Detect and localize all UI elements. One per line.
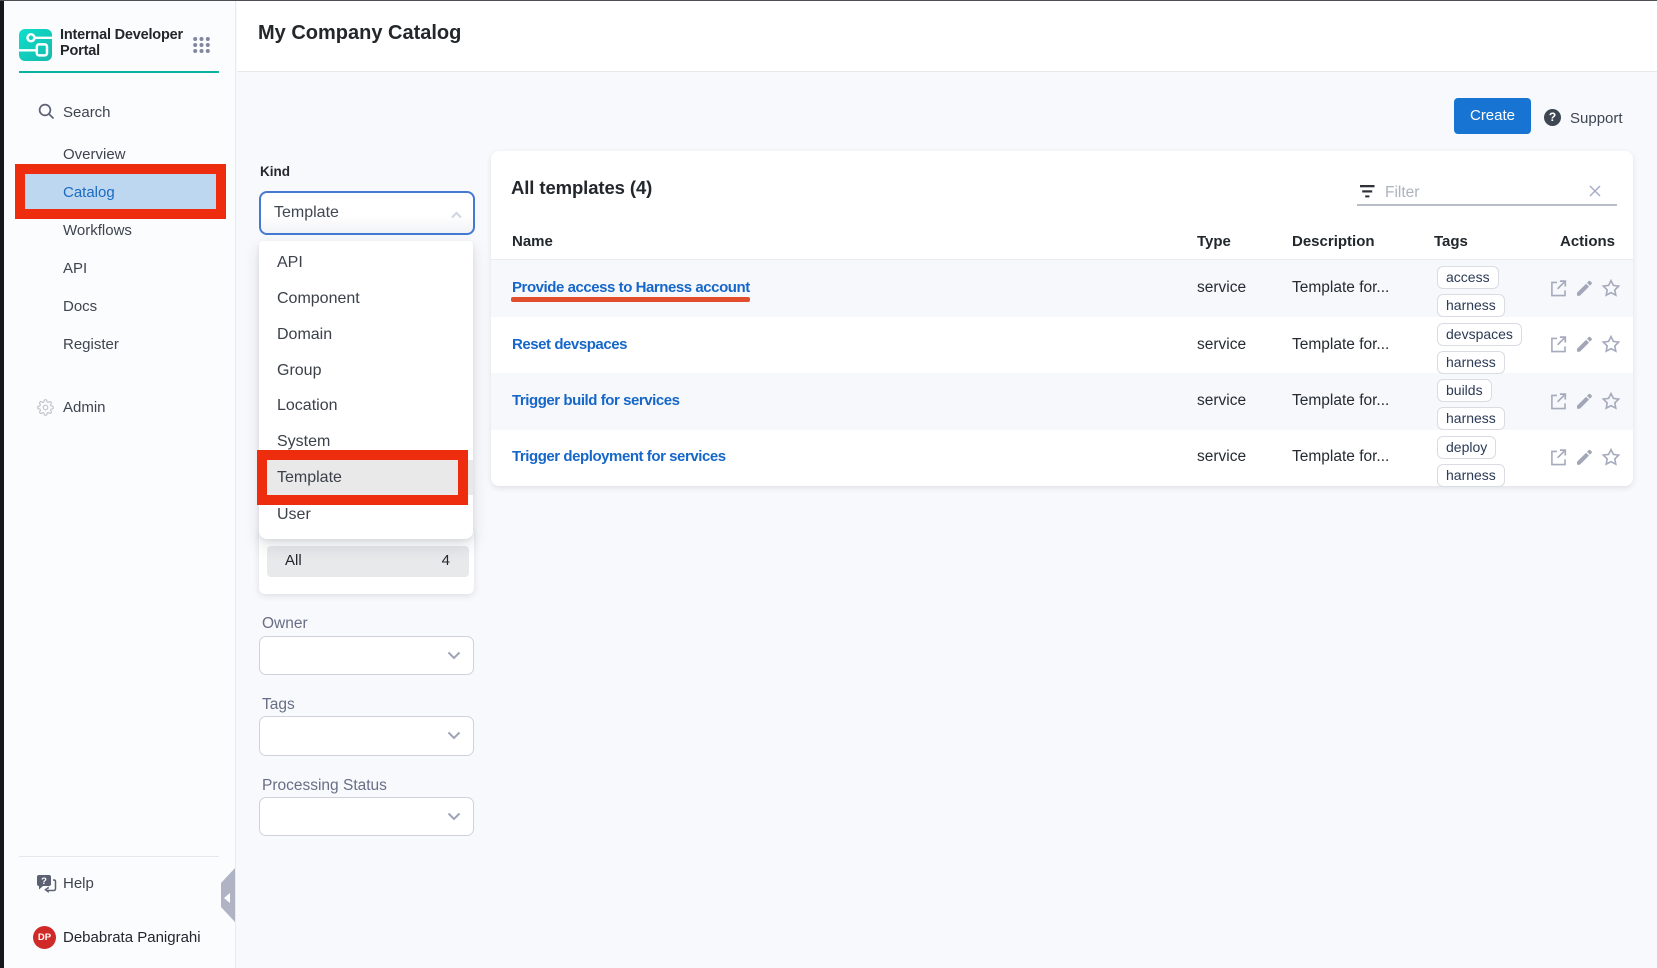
svg-text:?: ? bbox=[41, 876, 47, 887]
